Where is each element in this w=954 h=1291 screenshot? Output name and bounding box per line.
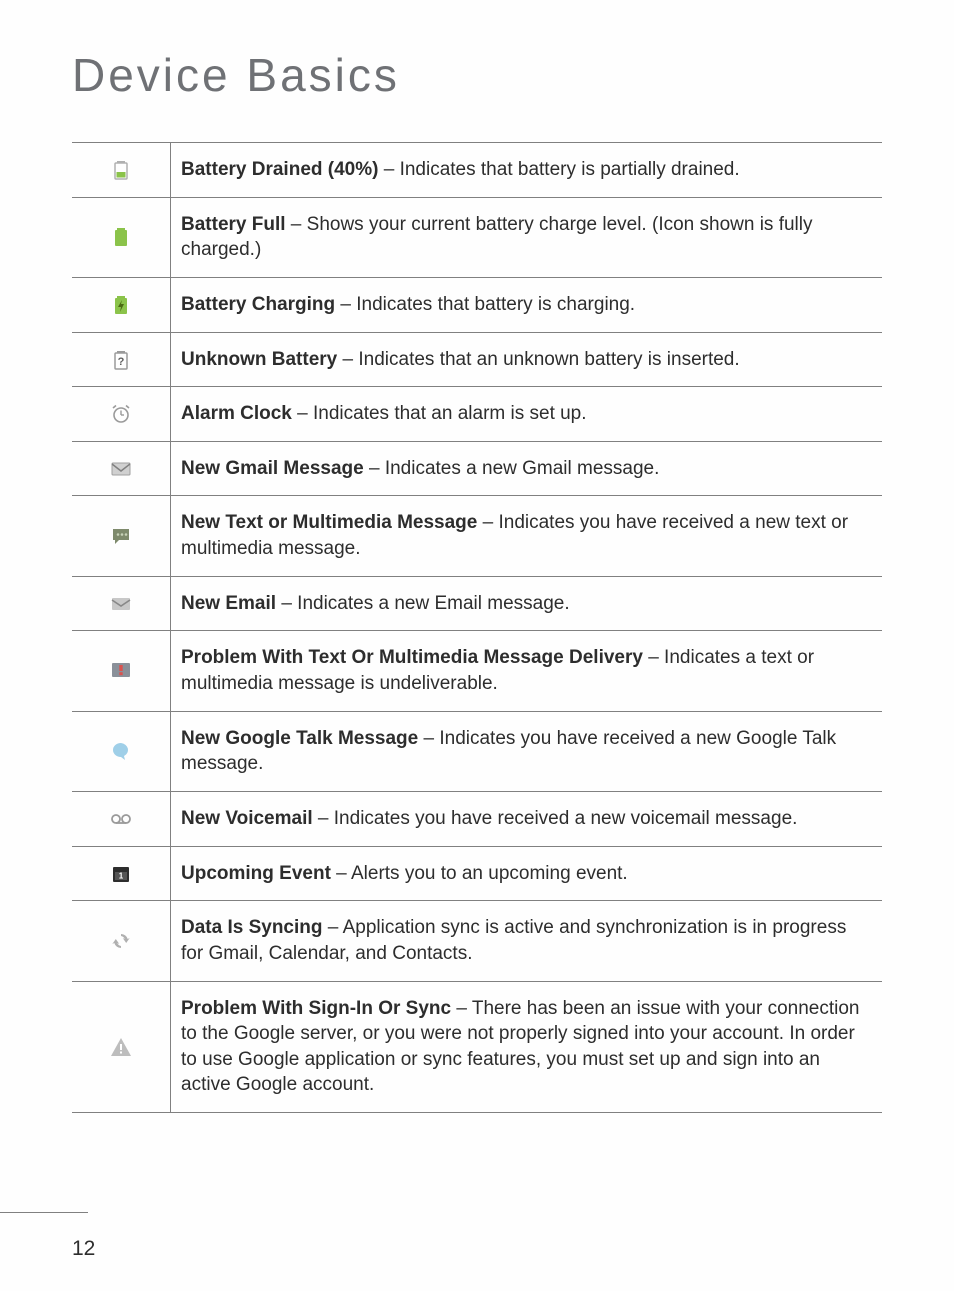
data-syncing-icon-cell: [72, 901, 171, 981]
unknown-battery-icon: [109, 348, 133, 372]
description-cell: Alarm Clock – Indicates that an alarm is…: [171, 387, 883, 442]
row-title: Battery Drained (40%): [181, 159, 378, 180]
new-email-icon: [109, 592, 133, 616]
battery-drained-icon: [109, 158, 133, 182]
battery-charging-icon-cell: [72, 277, 171, 332]
row-title: Problem With Sign-In Or Sync: [181, 998, 451, 1019]
new-text-mms-icon-cell: [72, 496, 171, 576]
battery-full-icon: [109, 225, 133, 249]
description-cell: New Voicemail – Indicates you have recei…: [171, 791, 883, 846]
gtalk-message-icon: [109, 739, 133, 763]
row-description: – Indicates that an unknown battery is i…: [337, 349, 739, 370]
row-title: Problem With Text Or Multimedia Message …: [181, 647, 643, 668]
row-title: New Gmail Message: [181, 458, 364, 479]
table-row: New Text or Multimedia Message – Indicat…: [72, 496, 882, 576]
row-description: – Alerts you to an upcoming event.: [331, 863, 628, 884]
new-email-icon-cell: [72, 576, 171, 631]
table-row: Problem With Sign-In Or Sync – There has…: [72, 981, 882, 1113]
description-cell: Upcoming Event – Alerts you to an upcomi…: [171, 846, 883, 901]
footer-divider: [0, 1212, 88, 1213]
table-row: New Gmail Message – Indicates a new Gmai…: [72, 441, 882, 496]
description-cell: Battery Drained (40%) – Indicates that b…: [171, 143, 883, 198]
description-cell: New Text or Multimedia Message – Indicat…: [171, 496, 883, 576]
description-cell: Problem With Text Or Multimedia Message …: [171, 631, 883, 711]
row-title: New Voicemail: [181, 808, 313, 829]
row-description: – Indicates a new Email message.: [276, 593, 570, 614]
page-number: 12: [72, 1237, 95, 1261]
description-cell: Data Is Syncing – Application sync is ac…: [171, 901, 883, 981]
row-title: Data Is Syncing: [181, 917, 323, 938]
gtalk-message-icon-cell: [72, 711, 171, 791]
description-cell: Battery Charging – Indicates that batter…: [171, 277, 883, 332]
row-title: Unknown Battery: [181, 349, 337, 370]
table-row: Battery Full – Shows your current batter…: [72, 197, 882, 277]
row-title: Battery Full: [181, 214, 286, 235]
voicemail-icon-cell: [72, 791, 171, 846]
data-syncing-icon: [109, 929, 133, 953]
sync-problem-icon-cell: [72, 981, 171, 1113]
table-row: New Email – Indicates a new Email messag…: [72, 576, 882, 631]
page-title: Device Basics: [72, 48, 882, 102]
row-title: New Google Talk Message: [181, 728, 418, 749]
new-text-mms-icon: [109, 524, 133, 548]
battery-full-icon-cell: [72, 197, 171, 277]
row-title: New Text or Multimedia Message: [181, 512, 477, 533]
description-cell: New Google Talk Message – Indicates you …: [171, 711, 883, 791]
row-description: – Indicates that an alarm is set up.: [292, 403, 587, 424]
row-description: – Indicates that battery is charging.: [335, 294, 635, 315]
description-cell: Unknown Battery – Indicates that an unkn…: [171, 332, 883, 387]
message-problem-icon-cell: [72, 631, 171, 711]
row-description: – Indicates you have received a new voic…: [313, 808, 798, 829]
voicemail-icon: [109, 807, 133, 831]
alarm-clock-icon: [109, 402, 133, 426]
table-row: Battery Drained (40%) – Indicates that b…: [72, 143, 882, 198]
upcoming-event-icon-cell: [72, 846, 171, 901]
table-row: Battery Charging – Indicates that batter…: [72, 277, 882, 332]
table-row: Unknown Battery – Indicates that an unkn…: [72, 332, 882, 387]
description-cell: Battery Full – Shows your current batter…: [171, 197, 883, 277]
row-title: Alarm Clock: [181, 403, 292, 424]
row-description: – Indicates a new Gmail message.: [364, 458, 660, 479]
row-title: Upcoming Event: [181, 863, 331, 884]
table-row: Alarm Clock – Indicates that an alarm is…: [72, 387, 882, 442]
table-row: New Google Talk Message – Indicates you …: [72, 711, 882, 791]
table-row: Problem With Text Or Multimedia Message …: [72, 631, 882, 711]
sync-problem-icon: [109, 1035, 133, 1059]
upcoming-event-icon: [109, 862, 133, 886]
message-problem-icon: [109, 659, 133, 683]
description-cell: Problem With Sign-In Or Sync – There has…: [171, 981, 883, 1113]
row-title: New Email: [181, 593, 276, 614]
page: Device Basics Battery Drained (40%) – In…: [0, 0, 954, 1291]
description-cell: New Gmail Message – Indicates a new Gmai…: [171, 441, 883, 496]
gmail-message-icon: [109, 457, 133, 481]
alarm-clock-icon-cell: [72, 387, 171, 442]
battery-drained-icon-cell: [72, 143, 171, 198]
gmail-message-icon-cell: [72, 441, 171, 496]
table-row: New Voicemail – Indicates you have recei…: [72, 791, 882, 846]
row-description: – Indicates that battery is partially dr…: [378, 159, 739, 180]
battery-charging-icon: [109, 293, 133, 317]
icon-table: Battery Drained (40%) – Indicates that b…: [72, 142, 882, 1113]
description-cell: New Email – Indicates a new Email messag…: [171, 576, 883, 631]
table-row: Data Is Syncing – Application sync is ac…: [72, 901, 882, 981]
table-row: Upcoming Event – Alerts you to an upcomi…: [72, 846, 882, 901]
unknown-battery-icon-cell: [72, 332, 171, 387]
row-title: Battery Charging: [181, 294, 335, 315]
